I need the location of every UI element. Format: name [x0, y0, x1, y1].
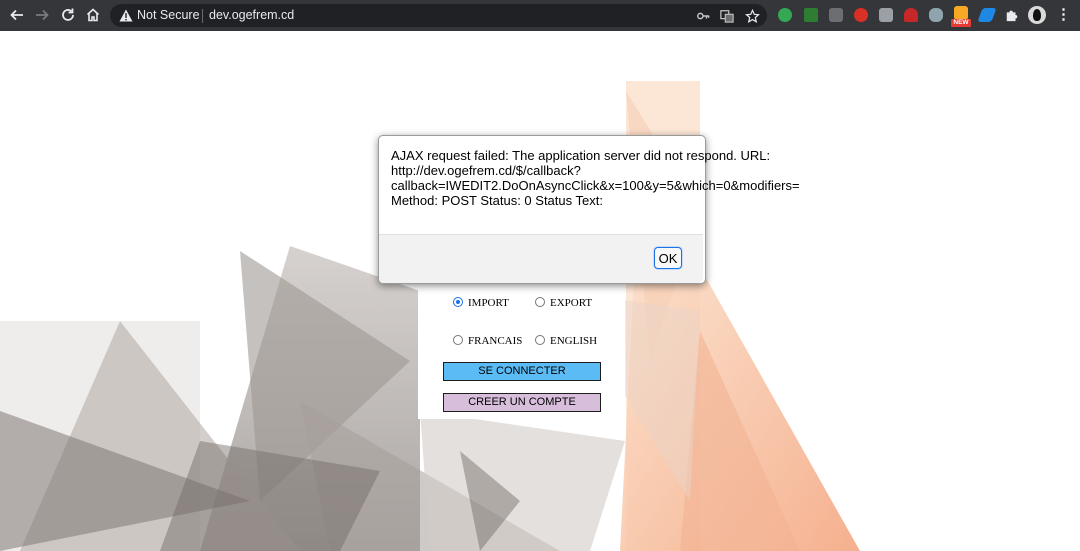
export-radio[interactable] — [535, 297, 545, 307]
extension-bag-icon[interactable] — [954, 6, 968, 20]
security-status[interactable]: Not Secure — [137, 8, 200, 22]
extension-phone-icon[interactable] — [804, 8, 818, 22]
francais-label: FRANCAIS — [468, 335, 523, 347]
reload-icon[interactable] — [57, 4, 79, 26]
translate-icon[interactable] — [719, 8, 735, 24]
extension-document-icon[interactable] — [879, 8, 893, 22]
export-label: EXPORT — [550, 297, 593, 309]
alert-dialog: AJAX request failed: The application ser… — [378, 135, 800, 284]
key-icon[interactable] — [695, 8, 711, 24]
dropbox-icon[interactable] — [829, 8, 843, 22]
dialog-body: AJAX request failed: The application ser… — [379, 136, 800, 234]
extensions-puzzle-icon[interactable] — [1004, 7, 1020, 23]
forward-icon[interactable] — [31, 4, 53, 26]
import-radio[interactable] — [453, 297, 463, 307]
url-text[interactable]: dev.ogefrem.cd — [209, 8, 294, 22]
extension-wifi-icon[interactable] — [904, 8, 918, 22]
browser-toolbar: Not Secure dev.ogefrem.cd NEW ⋮ — [0, 0, 1080, 31]
extension-cloud-icon[interactable] — [929, 8, 943, 22]
english-label: ENGLISH — [550, 335, 598, 347]
back-icon[interactable] — [6, 4, 28, 26]
new-badge: NEW — [951, 19, 971, 27]
bookmark-star-icon[interactable] — [744, 8, 760, 24]
home-icon[interactable] — [82, 4, 104, 26]
extension-pen-icon[interactable] — [977, 8, 997, 22]
extension-m-icon[interactable] — [854, 8, 868, 22]
create-account-button[interactable]: CREER UN COMPTE — [443, 393, 601, 412]
dialog-message: AJAX request failed: The application ser… — [391, 148, 800, 208]
address-bar[interactable]: Not Secure dev.ogefrem.cd — [110, 4, 767, 27]
english-radio[interactable] — [535, 335, 545, 345]
warning-icon[interactable] — [119, 9, 133, 22]
connect-button[interactable]: SE CONNECTER — [443, 362, 601, 381]
extension-green-icon[interactable] — [778, 8, 792, 22]
import-label: IMPORT — [468, 297, 509, 309]
dialog-footer: OK — [379, 234, 703, 283]
browser-menu-icon[interactable]: ⋮ — [1056, 7, 1071, 25]
omnibox-divider — [202, 9, 203, 23]
francais-radio[interactable] — [453, 335, 463, 345]
profile-avatar[interactable] — [1028, 6, 1046, 24]
ok-button[interactable]: OK — [654, 247, 682, 269]
